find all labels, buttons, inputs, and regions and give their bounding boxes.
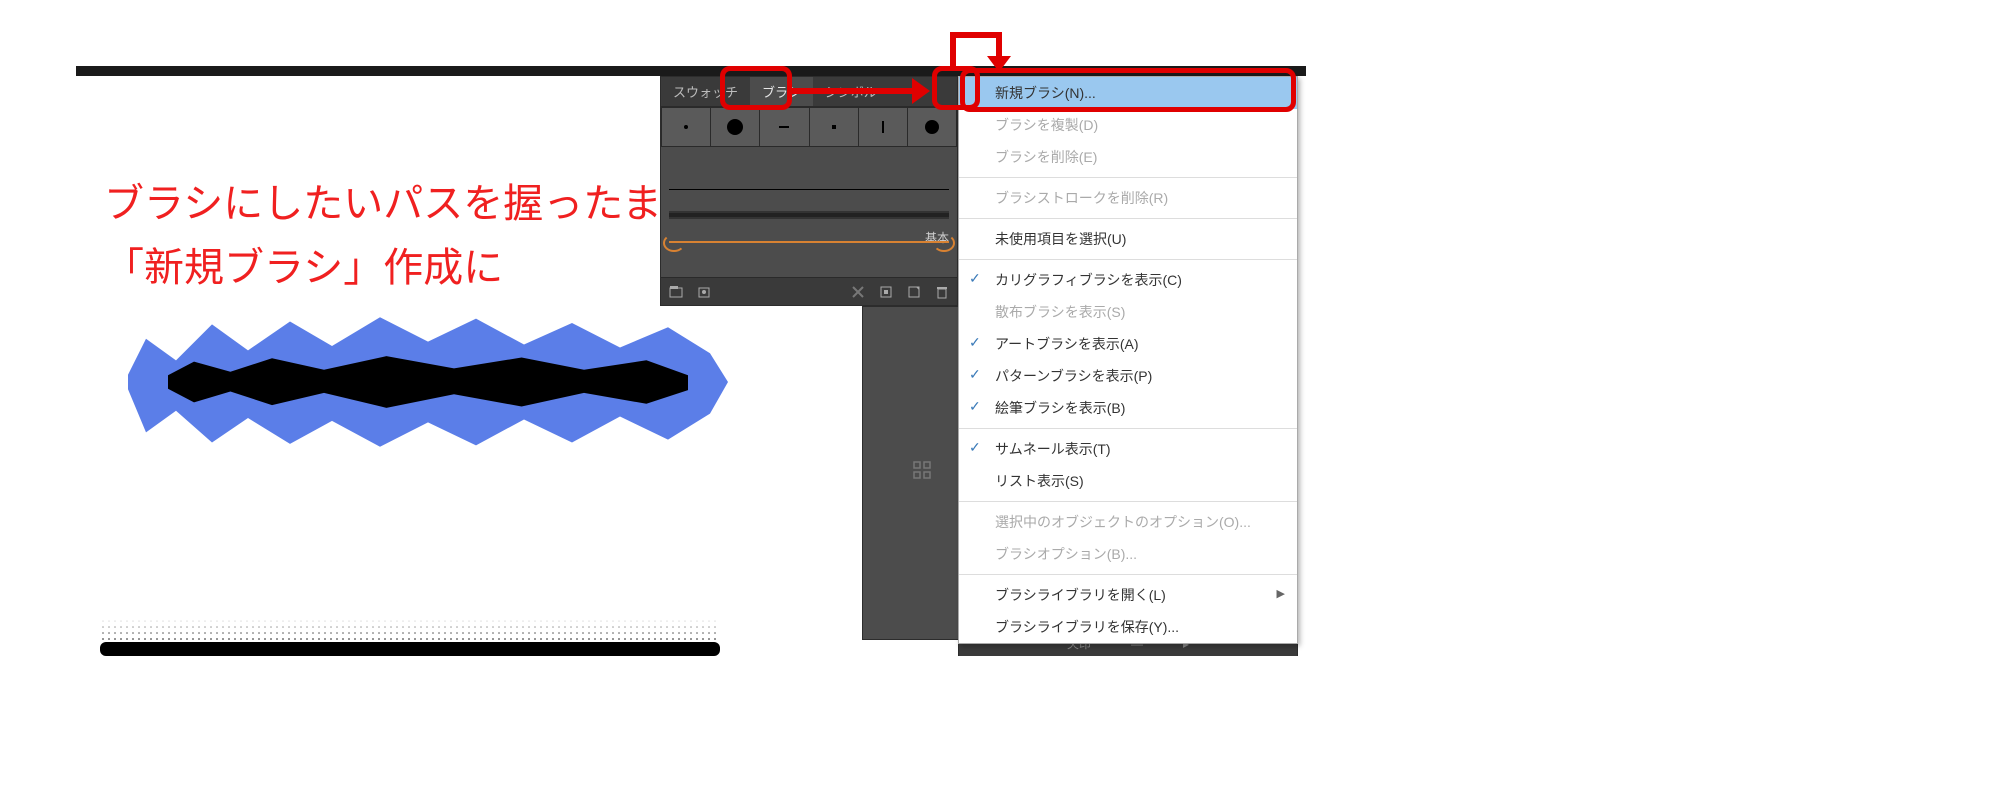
menu-open-brush-library[interactable]: ブラシライブラリを開く(L)▶ [959, 579, 1297, 611]
check-icon: ✓ [969, 270, 981, 287]
submenu-arrow-icon: ▶ [1277, 587, 1285, 600]
menu-separator [959, 574, 1297, 575]
menu-show-scatter[interactable]: 散布ブラシを表示(S) [959, 296, 1297, 328]
annotation-line2: 「新規ブラシ」作成に [104, 236, 702, 300]
stroke-sample-curly[interactable] [669, 231, 949, 251]
annotation-text: ブラシにしたいパスを握ったまま 「新規ブラシ」作成に [104, 172, 702, 300]
brush-thumb-4[interactable] [810, 108, 859, 146]
brush-thumb-1[interactable] [662, 108, 711, 146]
selected-brush-path[interactable] [128, 310, 728, 454]
panel-context-menu: 新規ブラシ(N)... ブラシを複製(D) ブラシを削除(E) ブラシストローク… [958, 76, 1298, 644]
check-icon: ✓ [969, 366, 981, 383]
menu-duplicate-brush: ブラシを複製(D) [959, 109, 1297, 141]
spray-brush-stroke[interactable] [100, 596, 720, 656]
stroke-sample-rough[interactable] [669, 205, 949, 225]
menu-brush-options: ブラシオプション(B)... [959, 538, 1297, 570]
highlight-brush-tab [720, 66, 792, 110]
menu-separator [959, 177, 1297, 178]
brushes-panel: スウォッチ ブラシ シンボル 基本 [660, 76, 958, 306]
menu-show-bristle[interactable]: ✓絵筆ブラシを表示(B) [959, 392, 1297, 424]
menu-show-pattern[interactable]: ✓パターンブラシを表示(P) [959, 360, 1297, 392]
stroke-sample-thin[interactable] [669, 179, 949, 199]
libraries-icon[interactable] [697, 285, 711, 299]
menu-separator [959, 259, 1297, 260]
menu-remove-brush-stroke: ブラシストロークを削除(R) [959, 182, 1297, 214]
menu-separator [959, 501, 1297, 502]
check-icon: ✓ [969, 334, 981, 351]
library-menu-icon[interactable] [669, 285, 683, 299]
brush-options-icon[interactable] [879, 285, 893, 299]
brush-thumb-3[interactable] [760, 108, 809, 146]
delete-brush-icon[interactable] [935, 285, 949, 299]
menu-thumbnail-view[interactable]: ✓サムネール表示(T) [959, 433, 1297, 465]
annotation-arrow-1-head [912, 78, 930, 104]
menu-separator [959, 218, 1297, 219]
remove-brush-stroke-icon[interactable] [851, 285, 865, 299]
annotation-arrow-1-shaft [792, 88, 912, 94]
align-panel-icon[interactable] [912, 460, 932, 486]
annotation-arrow-2c [996, 32, 1002, 58]
panel-footer [661, 277, 957, 305]
menu-show-art[interactable]: ✓アートブラシを表示(A) [959, 328, 1297, 360]
check-icon: ✓ [969, 398, 981, 415]
menu-delete-brush: ブラシを削除(E) [959, 141, 1297, 173]
check-icon: ✓ [969, 439, 981, 456]
brush-thumb-5[interactable] [859, 108, 908, 146]
menu-select-unused[interactable]: 未使用項目を選択(U) [959, 223, 1297, 255]
brush-thumb-2[interactable] [711, 108, 760, 146]
highlight-new-brush-menu-item [960, 68, 1296, 112]
menu-show-calligraphic[interactable]: ✓カリグラフィブラシを表示(C) [959, 264, 1297, 296]
brush-thumb-6[interactable] [908, 108, 956, 146]
menu-options-of-selection: 選択中のオブジェクトのオプション(O)... [959, 506, 1297, 538]
annotation-arrow-2b [950, 32, 1002, 38]
menu-separator [959, 428, 1297, 429]
stage: ブラシにしたいパスを握ったまま 「新規ブラシ」作成に スウォッチ ブラシ シンボ… [0, 0, 2000, 792]
calligraphic-brush-row [661, 107, 957, 147]
annotation-line1: ブラシにしたいパスを握ったまま [104, 172, 702, 236]
new-brush-icon[interactable] [907, 285, 921, 299]
menu-list-view[interactable]: リスト表示(S) [959, 465, 1297, 497]
menu-save-brush-library[interactable]: ブラシライブラリを保存(Y)... [959, 611, 1297, 643]
